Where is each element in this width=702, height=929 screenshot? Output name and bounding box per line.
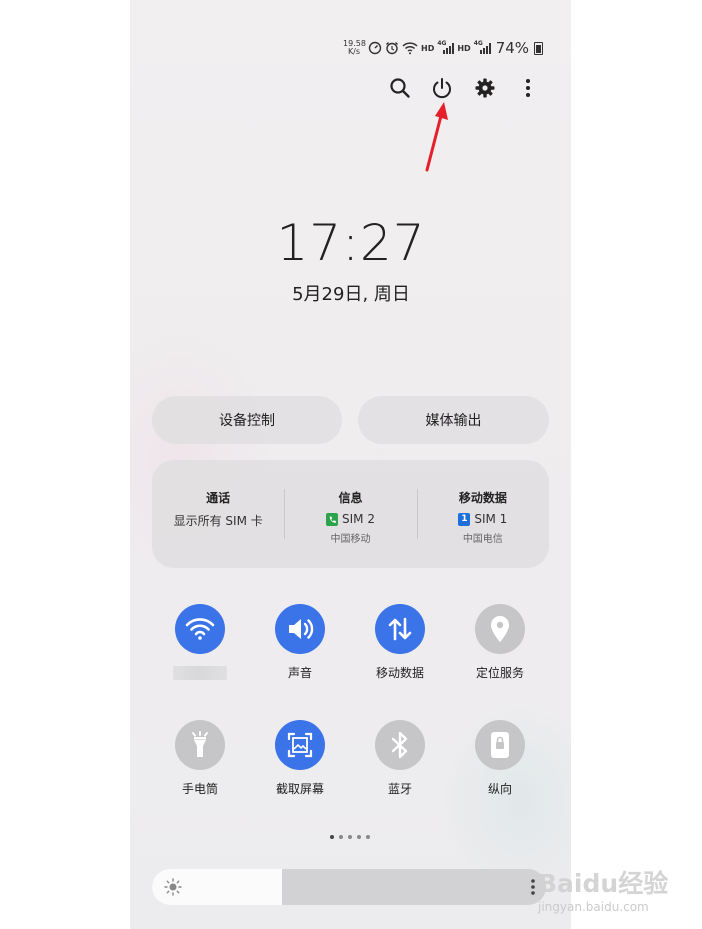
speed-meter-icon — [368, 41, 382, 55]
sim-mobile-data-setting[interactable]: 移动数据 1 SIM 1 中国电信 — [416, 489, 549, 545]
page-dot[interactable] — [339, 835, 343, 839]
settings-button[interactable] — [473, 76, 497, 100]
tile-screenshot-label: 截取屏幕 — [275, 782, 324, 796]
more-options-button[interactable] — [516, 76, 540, 100]
brightness-slider[interactable] — [152, 869, 546, 905]
battery-percent: 74% — [495, 39, 530, 57]
net-speed: 19.58 K/s — [343, 40, 366, 56]
power-icon — [433, 78, 451, 99]
tile-sound[interactable]: 声音 — [255, 604, 345, 680]
wifi-icon — [402, 41, 418, 55]
tile-sound-label: 声音 — [287, 666, 312, 680]
tile-bluetooth-label: 蓝牙 — [387, 782, 412, 796]
signal-4g-icon: 4G — [437, 40, 455, 54]
tile-wifi[interactable] — [155, 604, 245, 680]
wifi-network-name-redacted — [173, 666, 227, 680]
page-dot[interactable] — [366, 835, 370, 839]
page-dot[interactable] — [330, 835, 334, 839]
brightness-sun-icon — [164, 878, 182, 896]
bluetooth-icon — [375, 720, 425, 770]
power-button[interactable] — [430, 76, 454, 100]
search-button[interactable] — [388, 76, 412, 100]
alarm-icon — [385, 41, 399, 55]
hd-icon: HD — [457, 43, 471, 53]
speaker-icon — [275, 604, 325, 654]
clock-date: 5月29日, 周日 — [292, 284, 410, 305]
tile-bluetooth[interactable]: 蓝牙 — [355, 720, 445, 796]
baidu-watermark: Baidu经验 jingyan.baidu.com — [538, 856, 688, 916]
location-pin-icon — [475, 604, 525, 654]
tile-mobile-data[interactable]: 移动数据 — [355, 604, 445, 680]
status-bar: 19.58 K/s HD 4G HD 4G 74% — [343, 38, 544, 58]
wifi-tile-icon — [175, 604, 225, 654]
search-icon — [390, 78, 410, 98]
more-vertical-icon — [526, 79, 530, 97]
sim-number-icon: 1 — [458, 512, 471, 526]
page-indicator — [330, 835, 370, 839]
sim-data-title: 移动数据 — [458, 491, 507, 505]
tile-flashlight-label: 手电筒 — [181, 782, 218, 796]
signal-4g-icon: 4G — [474, 40, 491, 54]
sim-messages-carrier: 中国移动 — [330, 534, 371, 545]
tile-flashlight[interactable]: 手电筒 — [155, 720, 245, 796]
watermark-brand: Baidu经验 — [538, 869, 669, 898]
battery-icon — [534, 41, 544, 55]
data-arrows-icon — [375, 604, 425, 654]
sim-messages-sim: SIM 2 — [342, 512, 375, 526]
sim-call-value: 显示所有 SIM 卡 — [173, 514, 263, 528]
sim-manager-panel: 通话 显示所有 SIM 卡 信息 SIM 2 中国移动 移动数据 1 SIM 1… — [152, 460, 549, 568]
sim-data-carrier: 中国电信 — [462, 534, 503, 545]
tile-location-label: 定位服务 — [475, 666, 524, 680]
watermark-url: jingyan.baidu.com — [538, 900, 649, 914]
media-output-button[interactable]: 媒体输出 — [358, 396, 549, 444]
sim-data-sim: SIM 1 — [474, 512, 508, 526]
tile-screenshot[interactable]: 截取屏幕 — [255, 720, 345, 796]
screenshot-icon — [275, 720, 325, 770]
sim-call-title: 通话 — [206, 491, 231, 505]
page-dot[interactable] — [357, 835, 361, 839]
page-dot[interactable] — [348, 835, 352, 839]
tile-portrait-label: 纵向 — [487, 782, 512, 796]
sim-messages-title: 信息 — [338, 491, 363, 505]
settings-gear-icon — [475, 78, 495, 98]
sim-call-setting[interactable]: 通话 显示所有 SIM 卡 — [152, 489, 284, 539]
sim-messages-setting[interactable]: 信息 SIM 2 中国移动 — [284, 489, 416, 545]
tile-mobile-data-label: 移动数据 — [375, 666, 424, 680]
hd-icon: HD — [421, 43, 435, 53]
net-speed-unit: K/s — [347, 47, 361, 56]
tile-portrait[interactable]: 纵向 — [455, 720, 545, 796]
flashlight-icon — [175, 720, 225, 770]
phone-sim-icon — [326, 512, 338, 526]
clock-time: 17:27 — [276, 214, 426, 272]
device-control-button[interactable]: 设备控制 — [152, 396, 342, 444]
rotation-lock-icon — [475, 720, 525, 770]
red-arrow-annotation — [425, 102, 448, 172]
tile-location[interactable]: 定位服务 — [455, 604, 545, 680]
